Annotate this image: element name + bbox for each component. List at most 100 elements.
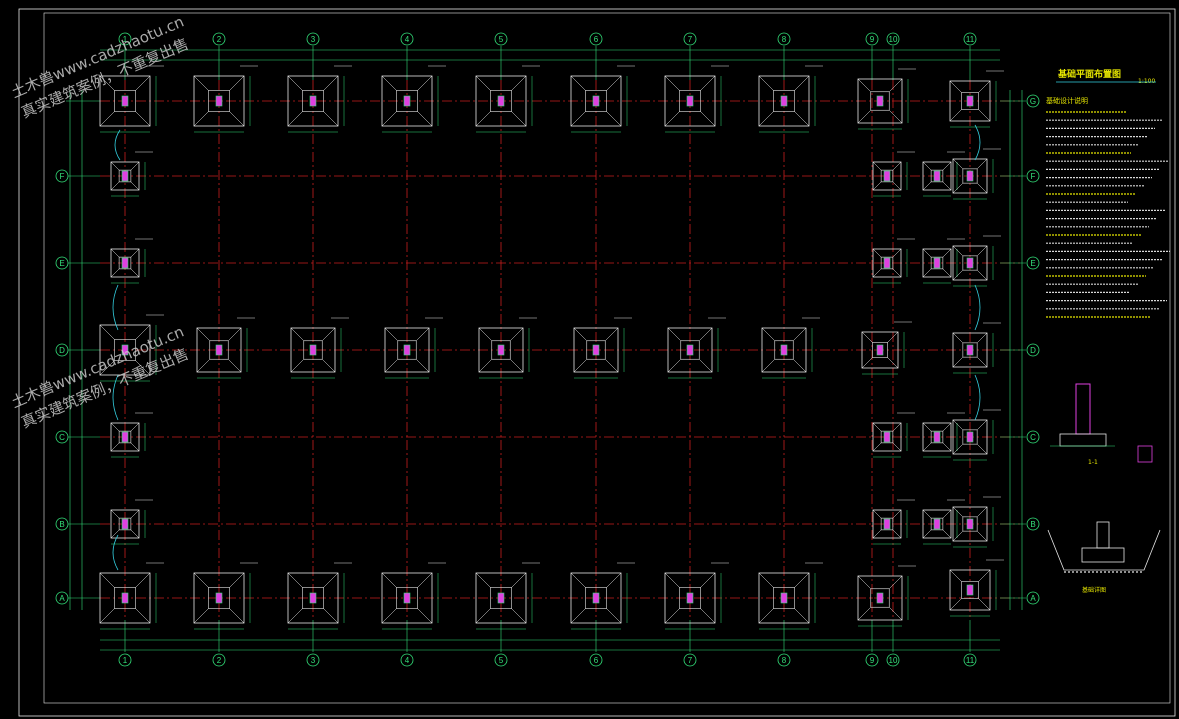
axis-bubble-label: 2 <box>217 35 222 44</box>
axis-bubble-label: 1 <box>123 656 128 665</box>
axis-bubble-top: 2 <box>212 32 226 46</box>
column-section <box>933 431 941 443</box>
column-section <box>121 431 129 443</box>
axis-bubble-label: C <box>1030 433 1036 442</box>
axis-bubble-top: 6 <box>589 32 603 46</box>
axis-bubble-top: 11 <box>963 32 977 46</box>
axis-bubble-right: D <box>1026 343 1040 357</box>
column-section <box>780 592 788 604</box>
axis-bubble-label: G <box>1030 97 1036 106</box>
axis-bubble-label: A <box>1030 594 1036 603</box>
column-section <box>403 592 411 604</box>
column-section <box>403 344 411 356</box>
column-section <box>966 257 974 269</box>
column-section <box>966 584 974 596</box>
axis-bubble-label: 11 <box>966 656 975 665</box>
axis-bubble-top: 4 <box>400 32 414 46</box>
column-section <box>933 518 941 530</box>
axis-bubble-label: 7 <box>688 656 693 665</box>
column-section <box>686 592 694 604</box>
axis-bubble-right: B <box>1026 517 1040 531</box>
axis-bubble-top: 3 <box>306 32 320 46</box>
column-section <box>876 592 884 604</box>
axis-bubble-bottom: 5 <box>494 653 508 667</box>
axis-bubble-bottom: 1 <box>118 653 132 667</box>
foundation-plan-drawing: 11223344556677889910101111GFEDCBAFEDCBA … <box>0 0 1179 719</box>
column-section <box>309 344 317 356</box>
column-section <box>121 95 129 107</box>
axis-bubble-left: E <box>55 256 69 270</box>
column-section <box>933 170 941 182</box>
column-section <box>121 257 129 269</box>
axis-bubble-bottom: 7 <box>683 653 697 667</box>
cad-viewport[interactable]: 1 1 2 2 3 3 4 4 5 5 6 6 7 7 8 8 9 9 10 10 11 11 G F E D C B A F E D C B A … <box>0 0 1179 719</box>
column-section <box>215 95 223 107</box>
axis-bubble-label: F <box>1031 172 1036 181</box>
axis-bubble-right: E <box>1026 256 1040 270</box>
axis-bubble-label: B <box>1030 520 1035 529</box>
notes-heading: 基础设计说明 <box>1046 96 1088 105</box>
axis-bubble-label: 3 <box>311 656 316 665</box>
axis-bubble-left: C <box>55 430 69 444</box>
column-section <box>883 518 891 530</box>
column-section <box>215 344 223 356</box>
axis-bubble-label: 8 <box>782 656 787 665</box>
axis-bubble-label: 4 <box>405 656 410 665</box>
axis-bubble-bottom: 8 <box>777 653 791 667</box>
column-section <box>592 95 600 107</box>
notes-title: 基础平面布置图 <box>1057 68 1121 80</box>
axis-bubble-label: 2 <box>217 656 222 665</box>
column-section <box>215 592 223 604</box>
axis-bubble-label: A <box>59 594 65 603</box>
axis-bubble-left: F <box>55 169 69 183</box>
axis-bubble-top: 9 <box>865 32 879 46</box>
axis-bubble-top: 5 <box>494 32 508 46</box>
axis-bubble-right: G <box>1026 94 1040 108</box>
axis-bubble-top: 10 <box>886 32 900 46</box>
column-section <box>686 344 694 356</box>
column-section <box>883 170 891 182</box>
column-section <box>966 170 974 182</box>
axis-bubble-left: B <box>55 517 69 531</box>
column-section <box>592 344 600 356</box>
column-section <box>121 592 129 604</box>
axis-bubble-label: 4 <box>405 35 410 44</box>
column-section <box>403 95 411 107</box>
axis-bubble-left: A <box>55 591 69 605</box>
axis-bubble-label: 7 <box>688 35 693 44</box>
section-label: 1-1 <box>1088 459 1098 466</box>
axis-bubble-label: D <box>1030 346 1036 355</box>
column-section <box>966 344 974 356</box>
axis-bubble-label: C <box>59 433 65 442</box>
column-section <box>592 592 600 604</box>
axis-bubble-label: 10 <box>889 35 898 44</box>
column-section <box>966 431 974 443</box>
column-section <box>966 95 974 107</box>
axis-bubble-label: 8 <box>782 35 787 44</box>
column-section <box>933 257 941 269</box>
column-section <box>497 592 505 604</box>
column-section <box>497 95 505 107</box>
column-section <box>309 592 317 604</box>
notes-title-scale: 1:100 <box>1138 78 1155 85</box>
column-section <box>780 344 788 356</box>
detail-title: 基础详图 <box>1082 586 1106 594</box>
axis-bubble-label: 5 <box>499 656 504 665</box>
axis-bubble-label: E <box>59 259 64 268</box>
axis-bubble-label: F <box>60 172 65 181</box>
axis-bubble-label: 9 <box>870 656 875 665</box>
axis-bubble-bottom: 6 <box>589 653 603 667</box>
axis-bubble-label: 11 <box>966 35 975 44</box>
axis-bubble-bottom: 9 <box>865 653 879 667</box>
axis-bubble-bottom: 10 <box>886 653 900 667</box>
axis-bubble-label: 6 <box>594 35 599 44</box>
column-section <box>876 344 884 356</box>
axis-bubble-label: D <box>59 346 65 355</box>
column-section <box>686 95 694 107</box>
axis-bubble-label: 6 <box>594 656 599 665</box>
column-section <box>876 95 884 107</box>
axis-bubble-label: 5 <box>499 35 504 44</box>
axis-bubble-right: F <box>1026 169 1040 183</box>
column-section <box>121 518 129 530</box>
axis-bubble-right: A <box>1026 591 1040 605</box>
